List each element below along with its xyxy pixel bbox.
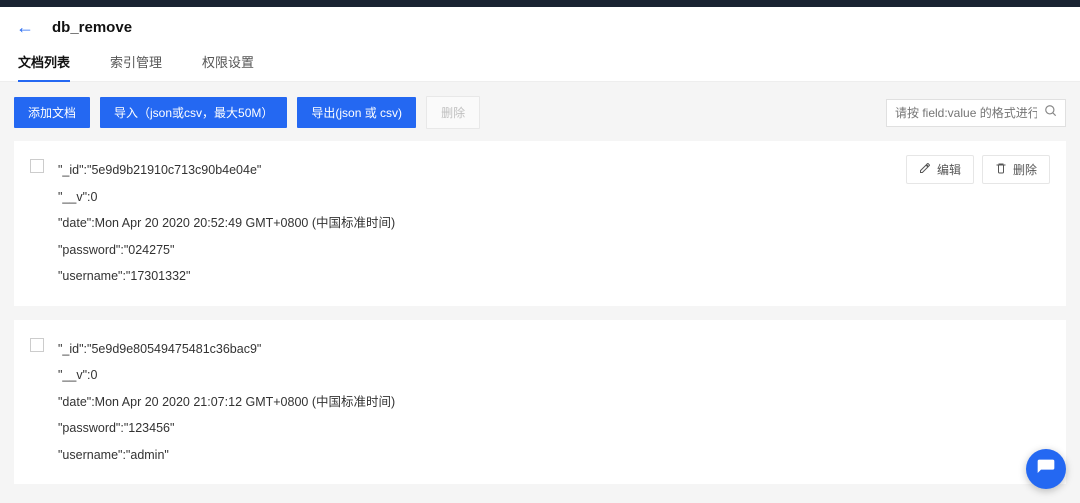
header: ← db_remove (0, 7, 1080, 44)
document-row: "_id":"5e9d9b21910c713c90b4e04e" "__v":0… (30, 157, 1050, 290)
page-title: db_remove (52, 19, 132, 36)
document-row: "_id":"5e9d9e80549475481c36bac9" "__v":0… (30, 336, 1050, 469)
doc-field: "password":"123456" (58, 415, 1050, 442)
document-card: "_id":"5e9d9e80549475481c36bac9" "__v":0… (14, 320, 1066, 485)
content-area: 添加文档 导入（json或csv，最大50M） 导出(json 或 csv) 删… (0, 82, 1080, 503)
tab-documents[interactable]: 文档列表 (18, 44, 70, 82)
tab-bar: 文档列表 索引管理 权限设置 (0, 44, 1080, 82)
export-button[interactable]: 导出(json 或 csv) (297, 97, 416, 128)
edit-label: 编辑 (937, 161, 961, 178)
back-arrow-icon[interactable]: ← (16, 17, 34, 38)
doc-field: "__v":0 (58, 184, 1050, 211)
tab-indexes[interactable]: 索引管理 (110, 44, 162, 81)
import-button[interactable]: 导入（json或csv，最大50M） (100, 97, 287, 128)
card-actions: 编辑 删除 (906, 155, 1050, 184)
doc-field: "_id":"5e9d9e80549475481c36bac9" (58, 336, 1050, 363)
tab-permissions[interactable]: 权限设置 (202, 44, 254, 81)
window-top-strip (0, 0, 1080, 7)
document-body: "_id":"5e9d9b21910c713c90b4e04e" "__v":0… (58, 157, 1050, 290)
document-card: 编辑 删除 "_id":"5e9d9b21910c713c90b4e04e" "… (14, 141, 1066, 306)
row-checkbox[interactable] (30, 159, 44, 173)
search-wrap (886, 99, 1066, 127)
doc-field: "username":"admin" (58, 442, 1050, 469)
doc-field: "_id":"5e9d9b21910c713c90b4e04e" (58, 157, 1050, 184)
edit-button[interactable]: 编辑 (906, 155, 974, 184)
chat-fab[interactable] (1026, 449, 1066, 489)
row-delete-button[interactable]: 删除 (982, 155, 1050, 184)
delete-label: 删除 (1013, 161, 1037, 178)
doc-field: "date":Mon Apr 20 2020 21:07:12 GMT+0800… (58, 389, 1050, 416)
doc-field: "date":Mon Apr 20 2020 20:52:49 GMT+0800… (58, 210, 1050, 237)
chat-icon (1036, 458, 1056, 481)
doc-field: "__v":0 (58, 362, 1050, 389)
pencil-icon (919, 162, 931, 177)
delete-button: 删除 (426, 96, 480, 129)
toolbar: 添加文档 导入（json或csv，最大50M） 导出(json 或 csv) 删… (14, 96, 1066, 129)
add-document-button[interactable]: 添加文档 (14, 97, 90, 128)
trash-icon (995, 162, 1007, 177)
document-body: "_id":"5e9d9e80549475481c36bac9" "__v":0… (58, 336, 1050, 469)
doc-field: "username":"17301332" (58, 263, 1050, 290)
page: ← db_remove 文档列表 索引管理 权限设置 添加文档 导入（json或… (0, 7, 1080, 503)
row-checkbox[interactable] (30, 338, 44, 352)
doc-field: "password":"024275" (58, 237, 1050, 264)
search-input[interactable] (886, 99, 1066, 127)
